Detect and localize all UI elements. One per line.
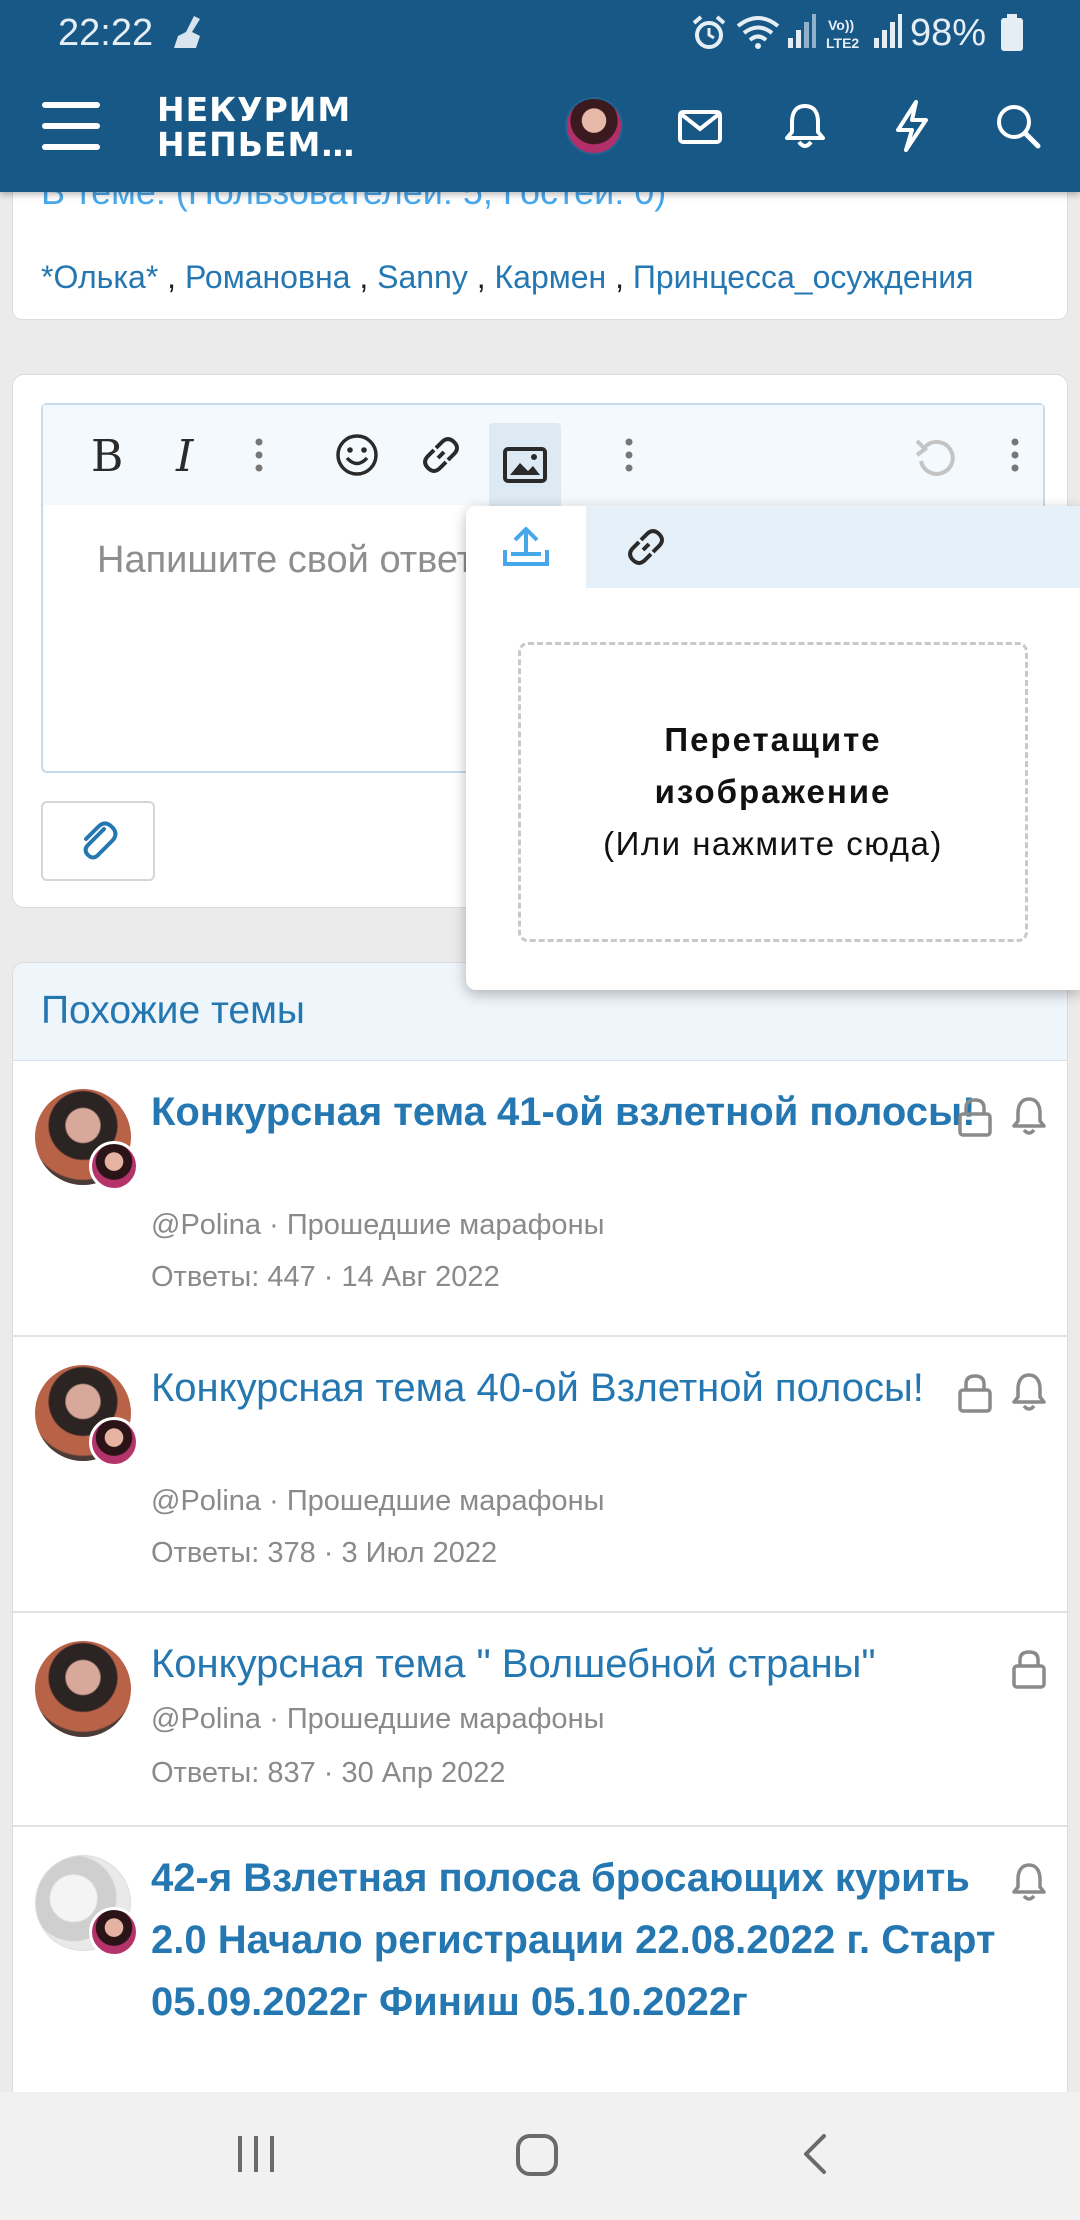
- lock-icon: [1012, 1650, 1046, 1689]
- watch-bell-icon[interactable]: [1011, 1095, 1047, 1137]
- mail-icon[interactable]: [678, 100, 722, 152]
- thread-title[interactable]: Конкурсная тема 41-ой взлетной полосы!: [151, 1081, 991, 1143]
- logo-line-1: НЕКУРИМ: [157, 90, 352, 129]
- user-separator: ,: [467, 259, 495, 295]
- thread-title[interactable]: 42-я Взлетная полоса бросающих курить 2.…: [151, 1847, 1031, 2033]
- image-drop-zone[interactable]: Перетащите изображение (Или нажмите сюда…: [518, 642, 1028, 942]
- logo-line-2: НЕПЬЕМ…: [157, 125, 356, 164]
- system-nav-bar: [0, 2092, 1080, 2220]
- thread-item[interactable]: Конкурсная тема 41-ой взлетной полосы! @…: [13, 1061, 1067, 1337]
- more-insert-button[interactable]: [593, 423, 665, 487]
- menu-icon[interactable]: [42, 100, 100, 152]
- user-avatar[interactable]: [565, 97, 623, 155]
- svg-text:Vo)): Vo)): [828, 17, 854, 33]
- reply-placeholder: Напишите свой ответ...: [97, 539, 502, 581]
- online-user-link[interactable]: *Олька*: [41, 259, 158, 295]
- wifi-icon: [736, 16, 780, 49]
- more-vertical-icon: [1011, 438, 1019, 472]
- battery-percent: 98%: [909, 12, 986, 54]
- italic-button[interactable]: I: [153, 423, 225, 487]
- thread-stats: Ответы: 447 · 14 Авг 2022: [151, 1261, 500, 1293]
- undo-icon: [915, 439, 955, 476]
- undo-button[interactable]: [899, 423, 971, 487]
- upload-icon: [503, 527, 549, 566]
- image-icon: [503, 447, 547, 483]
- last-poster-avatar[interactable]: [89, 1141, 139, 1191]
- thread-author-forum[interactable]: @Polina · Прошедшие марафоны: [151, 1209, 604, 1242]
- battery-icon: [1001, 14, 1023, 51]
- similar-threads-title: Похожие темы: [41, 989, 305, 1032]
- more-options-button[interactable]: [979, 423, 1051, 487]
- similar-threads-card: Похожие темы Конкурсная тема 41-ой взлет…: [12, 962, 1068, 2162]
- status-bar: 22:22 Vo)) LTE2 98%: [0, 0, 1080, 68]
- last-poster-avatar[interactable]: [89, 1417, 139, 1467]
- thread-stats: Ответы: 378 · 3 Июл 2022: [151, 1537, 498, 1569]
- link-icon: [423, 437, 459, 473]
- drop-text-2: изображение: [654, 773, 892, 810]
- bold-button[interactable]: B: [71, 423, 143, 487]
- emoji-button[interactable]: [321, 423, 393, 487]
- thread-stats: Ответы: 837 · 30 Апр 2022: [151, 1757, 506, 1789]
- svg-text:LTE2: LTE2: [826, 35, 859, 51]
- alarm-icon: [692, 15, 726, 49]
- thread-title[interactable]: Конкурсная тема 40-ой Взлетной полосы!: [151, 1357, 991, 1419]
- lightning-icon[interactable]: [892, 100, 932, 152]
- svg-text:B: B: [91, 433, 123, 477]
- svg-text:I: I: [175, 433, 195, 477]
- editor-toolbar: B I: [43, 405, 1043, 507]
- online-user-link[interactable]: Принцесса_осуждения: [633, 259, 974, 295]
- online-user-link[interactable]: Романовна: [185, 259, 350, 295]
- drop-text-1: Перетащите: [664, 721, 882, 758]
- cleaner-icon: [174, 16, 200, 48]
- status-time: 22:22: [58, 12, 154, 54]
- link-icon: [628, 529, 664, 565]
- site-logo[interactable]: НЕКУРИМ НЕПЬЕМ…: [157, 92, 355, 162]
- more-vertical-icon: [625, 438, 633, 472]
- smile-icon: [336, 434, 378, 476]
- thread-author-forum[interactable]: @Polina · Прошедшие марафоны: [151, 1703, 604, 1736]
- thread-author-avatar[interactable]: [35, 1641, 131, 1737]
- italic-icon: I: [175, 433, 195, 477]
- user-separator: ,: [158, 259, 185, 295]
- image-insert-popup: Перетащите изображение (Или нажмите сюда…: [466, 506, 1080, 990]
- last-poster-avatar[interactable]: [89, 1907, 139, 1957]
- thread-item[interactable]: Конкурсная тема 40-ой Взлетной полосы! @…: [13, 1337, 1067, 1613]
- upload-tab[interactable]: [466, 506, 586, 588]
- thread-title[interactable]: Конкурсная тема " Волшебной страны": [151, 1633, 1031, 1695]
- paperclip-icon: [83, 821, 118, 860]
- app-header: 22:22 Vo)) LTE2 98% НЕКУРИМ НЕПЬЕМ…: [0, 0, 1080, 192]
- link-button[interactable]: [405, 423, 477, 487]
- more-text-button[interactable]: [223, 423, 295, 487]
- drop-text-3: (Или нажмите сюда): [603, 825, 943, 862]
- bell-icon[interactable]: [784, 100, 826, 152]
- watch-bell-icon[interactable]: [1011, 1861, 1047, 1903]
- volte-icon: Vo)) LTE2: [826, 17, 859, 51]
- home-icon[interactable]: [514, 2132, 560, 2178]
- bold-icon: B: [91, 433, 123, 477]
- signal-icon-2: [874, 14, 902, 48]
- online-users-list: *Олька* , Романовна , Sanny , Кармен , П…: [41, 259, 973, 296]
- url-tab[interactable]: [586, 506, 706, 588]
- lock-icon: [958, 1374, 992, 1413]
- back-icon[interactable]: [800, 2132, 830, 2176]
- lock-icon: [958, 1098, 992, 1137]
- online-user-link[interactable]: Кармен: [495, 259, 607, 295]
- recent-apps-icon[interactable]: [234, 2132, 278, 2176]
- online-users-card: В теме: (Пользователей: 5, Гостей: 0) *О…: [12, 170, 1068, 320]
- thread-item[interactable]: Конкурсная тема " Волшебной страны" @Pol…: [13, 1613, 1067, 1827]
- image-button[interactable]: [489, 423, 561, 507]
- attach-files-button[interactable]: [41, 801, 155, 881]
- search-icon[interactable]: [994, 100, 1042, 152]
- popup-tabs: [466, 506, 1080, 588]
- user-separator: ,: [350, 259, 378, 295]
- online-user-link[interactable]: Sanny: [377, 259, 468, 295]
- more-vertical-icon: [255, 438, 263, 472]
- signal-icon-1: [788, 14, 816, 48]
- user-separator: ,: [606, 259, 633, 295]
- thread-author-forum[interactable]: @Polina · Прошедшие марафоны: [151, 1485, 604, 1518]
- watch-bell-icon[interactable]: [1011, 1371, 1047, 1413]
